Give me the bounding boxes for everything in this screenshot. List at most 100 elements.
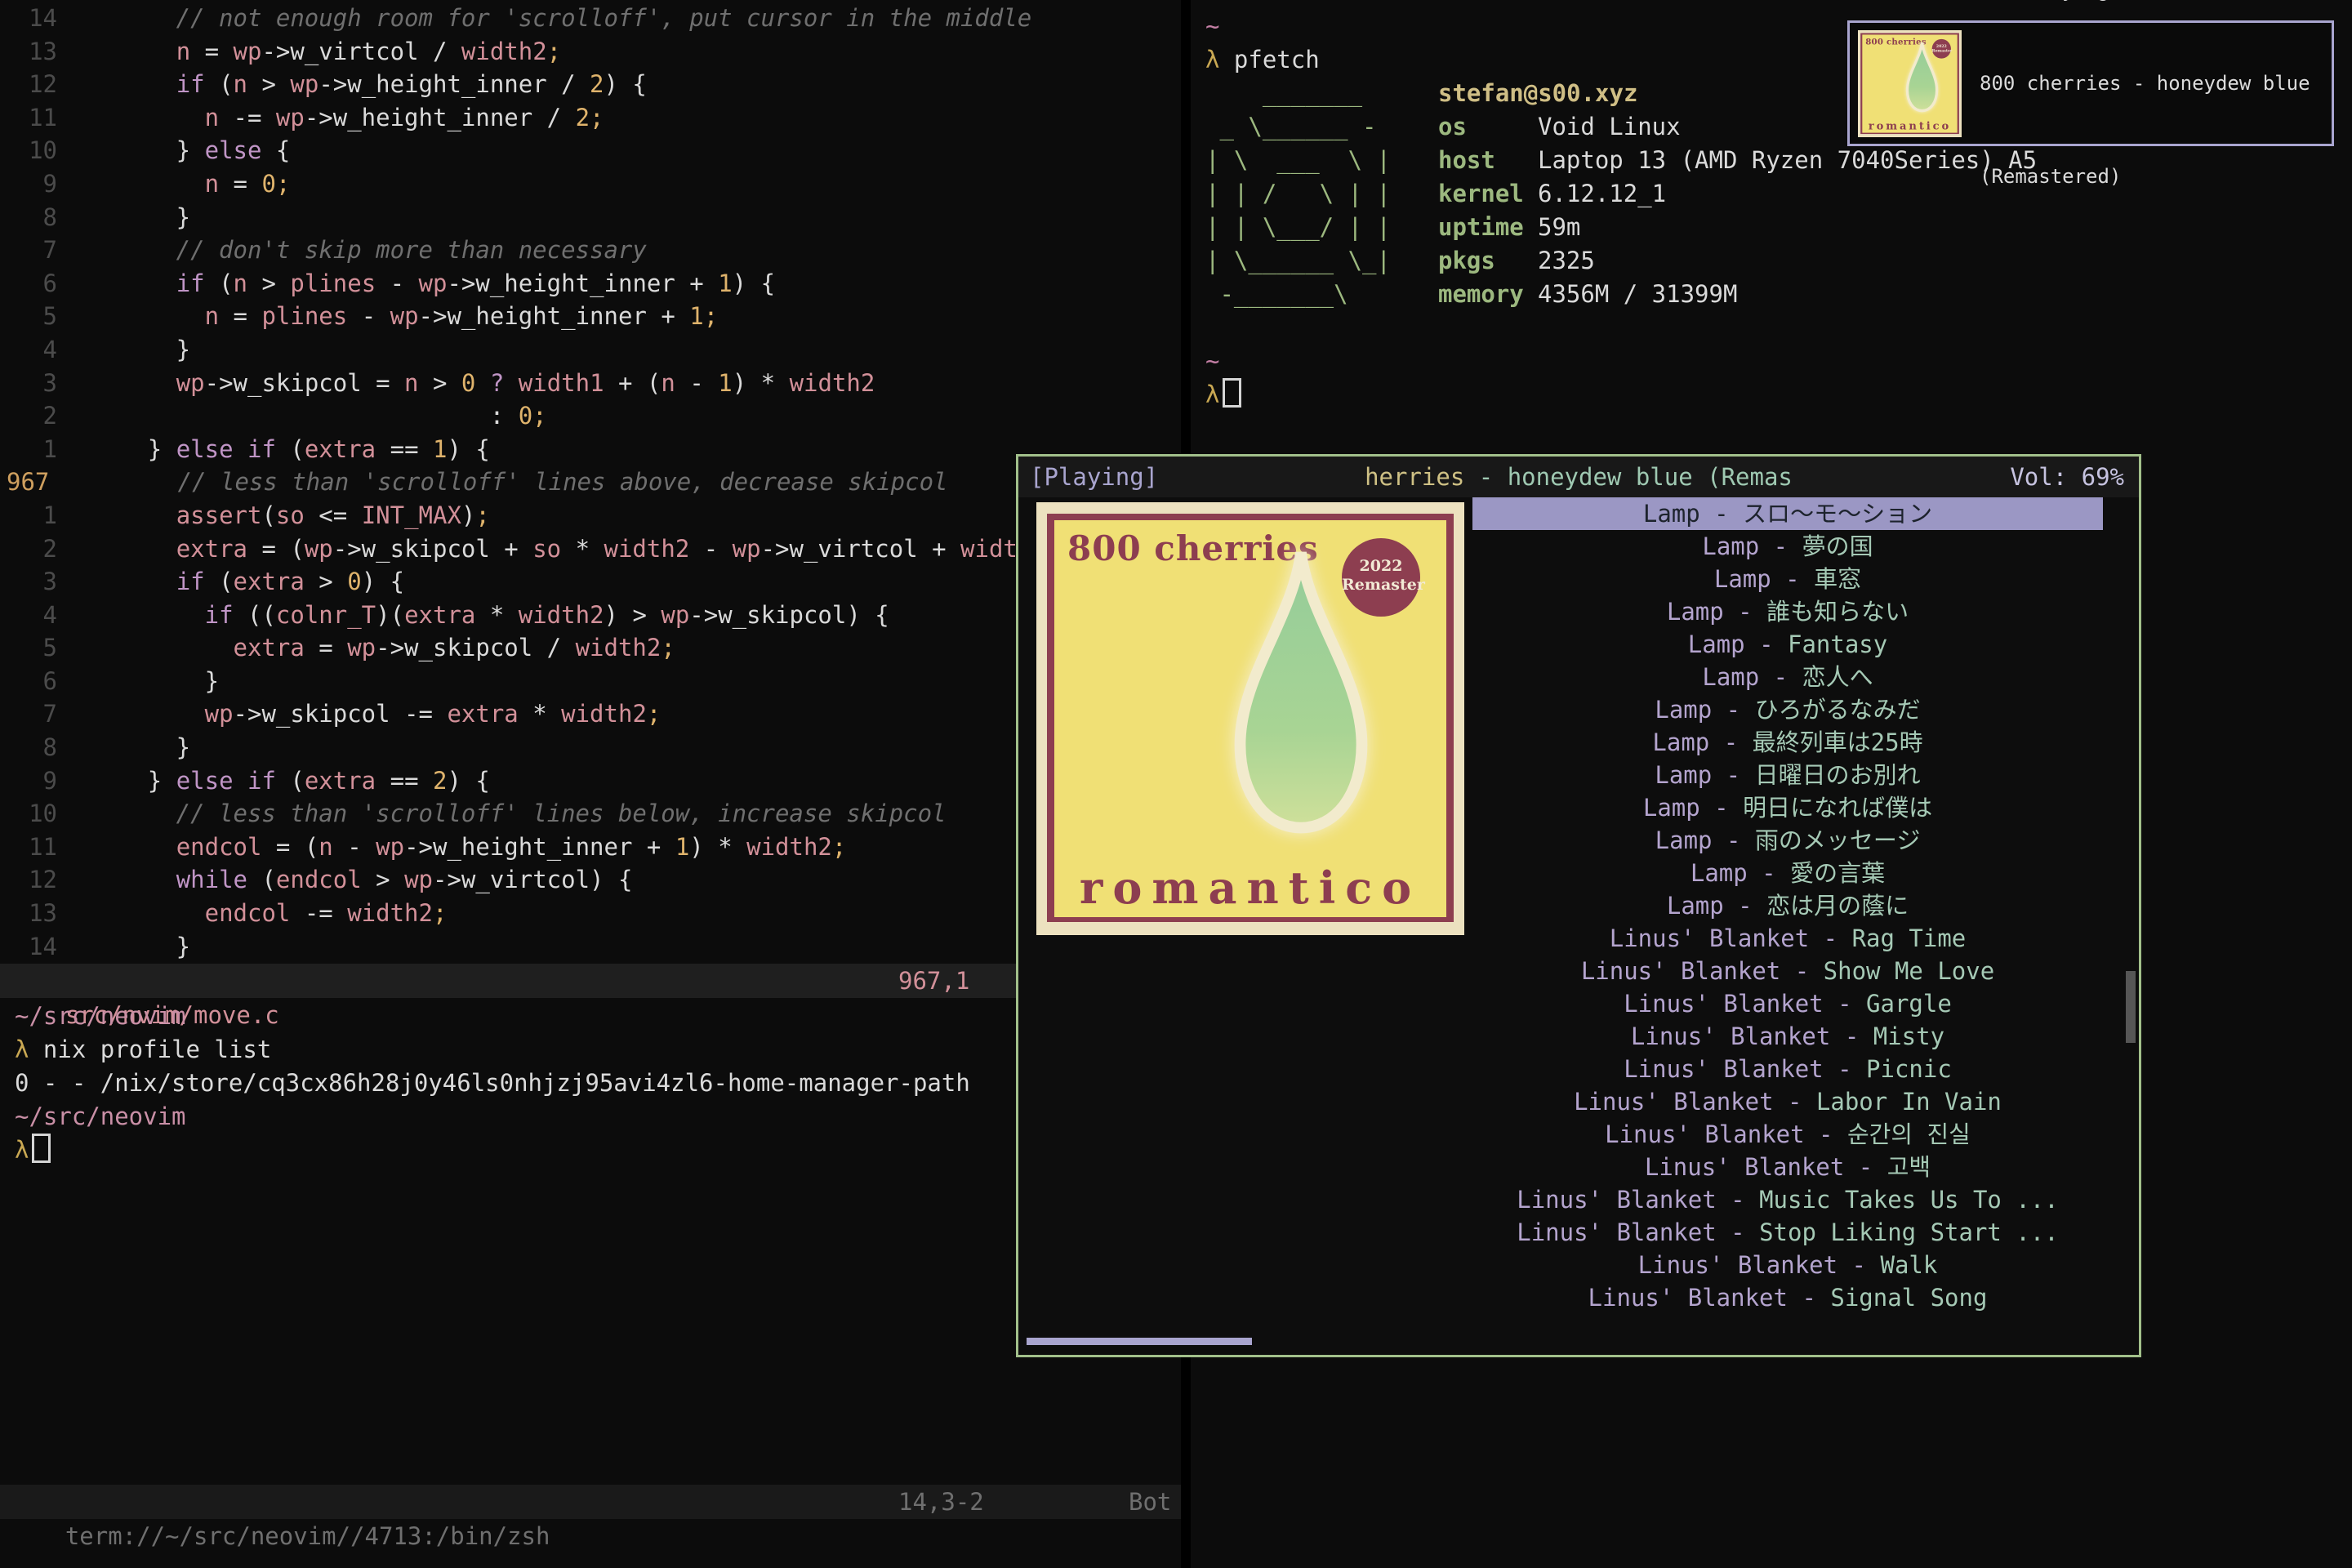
statusline-scroll-indicator: Bot <box>1129 1485 1171 1519</box>
notification-song-line1: 800 cherries - honeydew blue <box>1980 68 2310 99</box>
pfetch-info-row: memory4356M / 31399M <box>1438 278 2037 311</box>
embedded-terminal[interactable]: ~/src/neovimλ nix profile list0 - - /nix… <box>0 1000 1181 1167</box>
shell-line <box>1191 311 2352 345</box>
line-number: 11 <box>0 831 62 864</box>
playlist-item[interactable]: Lamp - 恋は月の蔭に <box>1472 889 2103 922</box>
playlist-item[interactable]: Lamp - 最終列車は25時 <box>1472 726 2103 759</box>
pfetch-value: 4356M / 31399M <box>1538 280 1737 308</box>
editor-pane[interactable]: 14 // not enough room for 'scrolloff', p… <box>0 0 1181 1568</box>
code-line: 10 // less than 'scrolloff' lines below,… <box>0 797 1181 831</box>
pfetch-label: memory <box>1438 278 1538 311</box>
playlist-item[interactable]: Linus' Blanket - Labor In Vain <box>1472 1085 2103 1118</box>
playlist-item[interactable]: Linus' Blanket - 고백 <box>1472 1151 2103 1183</box>
terminal-line: 0 - - /nix/store/cq3cx86h28j0y46ls0nhjzj… <box>0 1067 1181 1100</box>
terminal-cursor <box>1223 378 1241 408</box>
line-number: 3 <box>0 565 62 599</box>
code-line: 1 assert(so <= INT_MAX); <box>0 499 1181 532</box>
playlist-item[interactable]: Linus' Blanket - 순간의 진실 <box>1472 1118 2103 1151</box>
pfetch-label: uptime <box>1438 211 1538 244</box>
pfetch-value: 2325 <box>1538 247 1595 274</box>
playlist-item[interactable]: Linus' Blanket - Music Takes Us To ... <box>1472 1183 2103 1216</box>
playlist-item[interactable]: Linus' Blanket - Signal Song <box>1472 1281 2103 1314</box>
shell-line: ~ <box>1191 345 2352 378</box>
line-number: 1 <box>0 499 62 532</box>
line-number: 10 <box>0 797 62 831</box>
playlist-item[interactable]: Lamp - 雨のメッセージ <box>1472 824 2103 857</box>
code-line: 4 if ((colnr_T)(extra * width2) > wp->w_… <box>0 599 1181 632</box>
player-header: [Playing] herries - honeydew blue (Remas… <box>1018 457 2139 497</box>
pfetch-label: host <box>1438 144 1538 177</box>
line-number: 12 <box>0 68 62 101</box>
playlist-item[interactable]: Lamp - 日曜日のお別れ <box>1472 759 2103 791</box>
playlist-item[interactable]: Linus' Blanket - Misty <box>1472 1020 2103 1053</box>
playlist[interactable]: Lamp - スロ〜モ〜ションLamp - 夢の国Lamp - 車窓Lamp -… <box>1472 497 2103 1314</box>
music-player-window: [Playing] herries - honeydew blue (Remas… <box>1016 454 2141 1357</box>
pfetch-label: kernel <box>1438 177 1538 211</box>
line-number: 8 <box>0 201 62 234</box>
line-number: 6 <box>0 665 62 698</box>
code-line: 1 } else if (extra == 1) { <box>0 433 1181 466</box>
line-number: 7 <box>0 697 62 731</box>
playlist-item[interactable]: Lamp - 誰も知らない <box>1472 595 2103 628</box>
playlist-item[interactable]: Linus' Blanket - Gargle <box>1472 987 2103 1020</box>
pfetch-info-row: kernel6.12.12_1 <box>1438 177 2037 211</box>
terminal-line: λ <box>0 1134 1181 1167</box>
now-playing-notification[interactable]: 800 cherries 2022 Remaster romantico Now… <box>1847 20 2334 146</box>
playlist-item[interactable]: Lamp - 愛の言葉 <box>1472 857 2103 889</box>
code-line: 7 // don't skip more than necessary <box>0 234 1181 267</box>
pfetch-info-row: pkgs2325 <box>1438 244 2037 278</box>
code-window[interactable]: 14 // not enough room for 'scrolloff', p… <box>0 2 1181 963</box>
teardrop-icon <box>1221 538 1381 842</box>
code-line: 13 n = wp->w_virtcol / width2; <box>0 35 1181 69</box>
terminal-line: ~/src/neovim <box>0 1000 1181 1033</box>
playlist-item[interactable]: Linus' Blanket - Rag Time <box>1472 922 2103 955</box>
code-line: 3 if (extra > 0) { <box>0 565 1181 599</box>
line-number: 7 <box>0 234 62 267</box>
terminal-cursor <box>32 1134 51 1163</box>
notification-title: Now Playing <box>1980 0 2310 6</box>
code-line: 6 } <box>0 665 1181 698</box>
playlist-item[interactable]: Linus' Blanket - Stop Liking Start ... <box>1472 1216 2103 1249</box>
line-number: 4 <box>0 333 62 367</box>
line-number: 10 <box>0 134 62 167</box>
code-line: 10 } else { <box>0 134 1181 167</box>
playlist-item[interactable]: Linus' Blanket - Show Me Love <box>1472 955 2103 987</box>
shell-prompt-area[interactable]: ~λ <box>1191 311 2352 412</box>
pfetch-info-row: hostLaptop 13 (AMD Ryzen 7040Series) A5 <box>1438 144 2037 177</box>
playlist-item[interactable]: Linus' Blanket - Picnic <box>1472 1053 2103 1085</box>
statusline-position: 967,1 <box>898 964 969 998</box>
current-song-title: herries - honeydew blue (Remas <box>1018 457 2139 497</box>
void-linux-logo: _______ _ \______ -| \ ___ \ || | / \ | … <box>1205 77 1438 311</box>
line-number: 6 <box>0 267 62 301</box>
statusline-buffer-name: term://~/src/neovim//4713:/bin/zsh <box>65 1522 550 1550</box>
playlist-item[interactable]: Lamp - 明日になれば僕は <box>1472 791 2103 824</box>
playlist-item[interactable]: Lamp - ひろがるなみだ <box>1472 693 2103 726</box>
song-progress-bar[interactable] <box>1027 1338 1252 1345</box>
teardrop-icon <box>1903 38 1942 114</box>
code-line: 9 } else if (extra == 2) { <box>0 764 1181 798</box>
playlist-scrollbar[interactable] <box>2126 971 2136 1043</box>
line-number: 2 <box>0 532 62 566</box>
code-line: 6 if (n > plines - wp->w_height_inner + … <box>0 267 1181 301</box>
code-line: 2 extra = (wp->w_skipcol + so * width2 -… <box>0 532 1181 566</box>
code-line: 12 if (n > wp->w_height_inner / 2) { <box>0 68 1181 101</box>
playlist-item[interactable]: Linus' Blanket - Walk <box>1472 1249 2103 1281</box>
statusline-position: 14,3-2 <box>898 1485 984 1519</box>
playlist-item[interactable]: Lamp - 夢の国 <box>1472 530 2103 563</box>
line-number: 5 <box>0 300 62 333</box>
terminal-statusline: term://~/src/neovim//4713:/bin/zsh 14,3-… <box>0 1485 1181 1519</box>
line-number: 3 <box>0 367 62 400</box>
code-line: 3 wp->w_skipcol = n > 0 ? width1 + (n - … <box>0 367 1181 400</box>
playlist-item[interactable]: Lamp - Fantasy <box>1472 628 2103 661</box>
playlist-item[interactable]: Lamp - 車窓 <box>1472 563 2103 595</box>
pfetch-info-row: uptime59m <box>1438 211 2037 244</box>
code-line: 8 } <box>0 201 1181 234</box>
line-number: 13 <box>0 35 62 69</box>
album-cover-face: 800 cherries 2022 Remaster roman <box>1054 520 1446 917</box>
terminal-line: ~/src/neovim <box>0 1100 1181 1134</box>
pfetch-label: os <box>1438 110 1538 144</box>
line-number: 5 <box>0 631 62 665</box>
code-line: 13 endcol -= width2; <box>0 897 1181 930</box>
playlist-item[interactable]: Lamp - 恋人へ <box>1472 661 2103 693</box>
playlist-item-selected[interactable]: Lamp - スロ〜モ〜ション <box>1472 497 2103 530</box>
